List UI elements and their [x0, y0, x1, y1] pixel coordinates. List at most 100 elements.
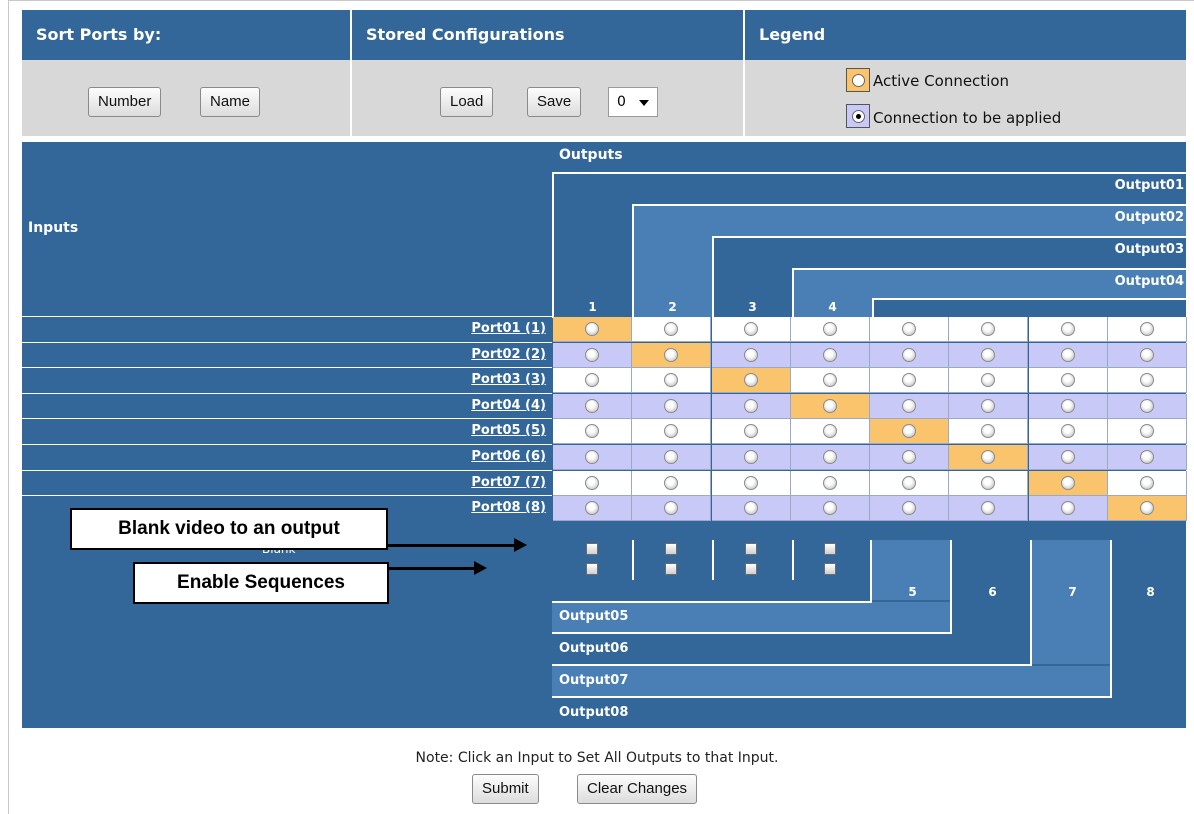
connection-radio[interactable] — [823, 424, 837, 438]
connection-radio[interactable] — [1140, 424, 1154, 438]
connection-radio[interactable] — [981, 476, 995, 490]
connection-radio[interactable] — [902, 399, 916, 413]
connection-radio[interactable] — [664, 348, 678, 362]
connection-radio[interactable] — [744, 424, 758, 438]
input-port-link[interactable]: Port03 (3) — [471, 372, 546, 387]
connection-radio[interactable] — [823, 373, 837, 387]
connection-radio[interactable] — [823, 476, 837, 490]
connection-radio[interactable] — [664, 450, 678, 464]
output03-label: Output03 — [1114, 242, 1184, 257]
connection-radio[interactable] — [1140, 476, 1154, 490]
connection-radio[interactable] — [902, 348, 916, 362]
connection-radio[interactable] — [585, 450, 599, 464]
connection-radio[interactable] — [585, 476, 599, 490]
connection-radio[interactable] — [1061, 424, 1075, 438]
connection-radio[interactable] — [823, 501, 837, 515]
connection-radio[interactable] — [664, 399, 678, 413]
connection-radio[interactable] — [823, 322, 837, 336]
enable-sequence-checkbox[interactable] — [665, 563, 677, 575]
clear-changes-button[interactable]: Clear Changes — [577, 774, 698, 804]
output07-band — [552, 666, 1110, 696]
submit-button[interactable]: Submit — [472, 774, 539, 804]
blank-output-checkbox[interactable] — [586, 543, 598, 555]
connection-radio[interactable] — [585, 501, 599, 515]
connection-radio[interactable] — [1061, 373, 1075, 387]
connection-radio[interactable] — [1140, 348, 1154, 362]
save-config-button[interactable]: Save — [527, 87, 582, 117]
input-port-link[interactable]: Port07 (7) — [471, 475, 546, 490]
connection-cell — [870, 496, 949, 521]
blank-output-checkbox[interactable] — [824, 543, 836, 555]
connection-radio[interactable] — [744, 450, 758, 464]
sort-number-button[interactable]: Number — [88, 87, 162, 117]
connection-radio[interactable] — [902, 501, 916, 515]
connection-radio[interactable] — [664, 501, 678, 515]
connection-radio[interactable] — [981, 450, 995, 464]
connection-radio[interactable] — [902, 322, 916, 336]
input-port-link[interactable]: Port04 (4) — [471, 398, 546, 413]
connection-radio[interactable] — [1061, 476, 1075, 490]
connection-cell — [791, 368, 870, 393]
connection-radio[interactable] — [1061, 322, 1075, 336]
connection-radio[interactable] — [1061, 399, 1075, 413]
connection-radio[interactable] — [664, 373, 678, 387]
input-port-link[interactable]: Port01 (1) — [471, 321, 546, 336]
connection-radio[interactable] — [1140, 450, 1154, 464]
connection-radio[interactable] — [1140, 399, 1154, 413]
connection-radio[interactable] — [981, 399, 995, 413]
connection-radio[interactable] — [744, 476, 758, 490]
connection-radio[interactable] — [664, 476, 678, 490]
connection-radio[interactable] — [823, 450, 837, 464]
blank-output-checkbox[interactable] — [665, 543, 677, 555]
connection-radio[interactable] — [744, 501, 758, 515]
connection-radio[interactable] — [585, 424, 599, 438]
connection-radio[interactable] — [981, 501, 995, 515]
input-port-link[interactable]: Port02 (2) — [471, 347, 546, 362]
connection-radio[interactable] — [902, 373, 916, 387]
connection-cell — [791, 394, 870, 419]
input-port-link[interactable]: Port05 (5) — [471, 423, 546, 438]
connection-radio[interactable] — [744, 348, 758, 362]
connection-radio[interactable] — [981, 348, 995, 362]
connection-radio[interactable] — [585, 348, 599, 362]
connection-radio[interactable] — [981, 322, 995, 336]
connection-radio[interactable] — [744, 399, 758, 413]
connection-radio[interactable] — [823, 348, 837, 362]
output02-bracket-line — [632, 204, 1186, 206]
connection-radio[interactable] — [1061, 450, 1075, 464]
connection-radio[interactable] — [664, 322, 678, 336]
input-port-link[interactable]: Port08 (8) — [471, 500, 546, 515]
connection-radio[interactable] — [981, 373, 995, 387]
connection-radio[interactable] — [1140, 322, 1154, 336]
sort-name-button[interactable]: Name — [200, 87, 261, 117]
connection-radio[interactable] — [585, 373, 599, 387]
connection-radio[interactable] — [744, 373, 758, 387]
connection-radio[interactable] — [981, 424, 995, 438]
connection-radio[interactable] — [1061, 348, 1075, 362]
input-port-link[interactable]: Port06 (6) — [471, 449, 546, 464]
legend-panel: Active Connection Connection to be appli… — [745, 60, 1186, 136]
connection-radio[interactable] — [902, 450, 916, 464]
connection-radio[interactable] — [1061, 501, 1075, 515]
connection-cell — [1029, 471, 1108, 496]
output08-label: Output08 — [559, 705, 629, 720]
connection-radio[interactable] — [1140, 501, 1154, 515]
output02-label: Output02 — [1114, 210, 1184, 225]
connection-radio[interactable] — [744, 322, 758, 336]
enable-sequence-checkbox[interactable] — [745, 563, 757, 575]
connection-radio[interactable] — [902, 424, 916, 438]
blank-output-checkbox[interactable] — [745, 543, 757, 555]
connection-radio[interactable] — [902, 476, 916, 490]
enable-sequence-checkbox[interactable] — [586, 563, 598, 575]
connection-radio[interactable] — [585, 399, 599, 413]
connection-cell — [1108, 445, 1187, 470]
output04-label: Output04 — [1114, 274, 1184, 289]
load-config-button[interactable]: Load — [440, 87, 494, 117]
connection-radio[interactable] — [585, 322, 599, 336]
enable-sequence-checkbox[interactable] — [824, 563, 836, 575]
connection-radio[interactable] — [1140, 373, 1154, 387]
config-number-select[interactable]: 0 — [608, 87, 658, 117]
connection-radio[interactable] — [664, 424, 678, 438]
connection-radio[interactable] — [823, 399, 837, 413]
connection-cell — [791, 317, 870, 342]
